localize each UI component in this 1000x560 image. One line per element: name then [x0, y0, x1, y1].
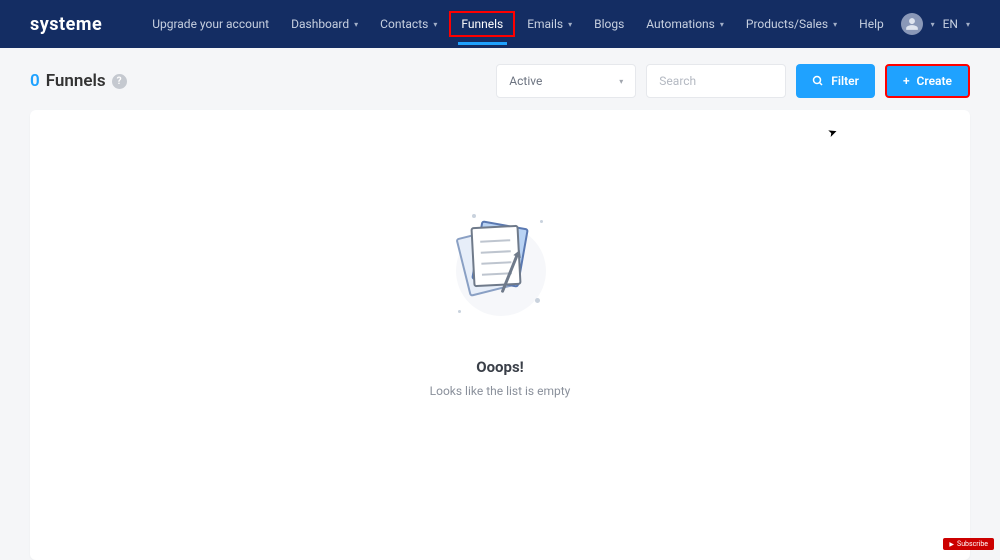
- chevron-down-icon: ▾: [433, 20, 437, 29]
- nav-contacts[interactable]: Contacts ▾: [370, 0, 447, 48]
- create-button[interactable]: + Create: [885, 64, 970, 98]
- toolbar: 0 Funnels ? Active ▾ Filter + Create: [0, 48, 1000, 110]
- language-label[interactable]: EN: [943, 17, 958, 31]
- nav-label: Dashboard: [291, 17, 349, 31]
- nav-label: Contacts: [380, 17, 428, 31]
- nav-label: Help: [859, 17, 884, 31]
- chevron-down-icon: ▾: [833, 20, 837, 29]
- search-input[interactable]: [646, 64, 786, 98]
- nav-help[interactable]: Help: [849, 0, 894, 48]
- status-filter-value: Active: [509, 74, 542, 88]
- plus-icon: +: [903, 74, 910, 88]
- youtube-badge[interactable]: Subscribe: [943, 538, 994, 550]
- filter-button[interactable]: Filter: [796, 64, 875, 98]
- filter-button-label: Filter: [831, 74, 859, 88]
- nav-label: Blogs: [594, 17, 624, 31]
- avatar[interactable]: [901, 13, 923, 35]
- chevron-down-icon: ▾: [720, 20, 724, 29]
- nav-upgrade[interactable]: Upgrade your account: [142, 0, 279, 48]
- empty-title: Ooops!: [476, 358, 523, 376]
- brand-logo[interactable]: systeme: [30, 14, 102, 35]
- nav-label: Automations: [646, 17, 715, 31]
- nav-products[interactable]: Products/Sales ▾: [736, 0, 847, 48]
- chevron-down-icon: ▾: [354, 20, 358, 29]
- nav-label: Funnels: [461, 17, 503, 31]
- user-icon: [905, 17, 919, 31]
- nav-right: ▾ EN ▾: [901, 13, 970, 35]
- nav-label: Products/Sales: [746, 17, 828, 31]
- status-filter-select[interactable]: Active ▾: [496, 64, 636, 98]
- nav-label: Upgrade your account: [152, 17, 269, 31]
- content-card: Ooops! Looks like the list is empty: [30, 110, 970, 560]
- chevron-down-icon: ▾: [619, 77, 623, 86]
- nav-automations[interactable]: Automations ▾: [636, 0, 734, 48]
- nav-blogs[interactable]: Blogs: [584, 0, 634, 48]
- search-icon: [812, 75, 824, 87]
- create-button-label: Create: [917, 74, 952, 88]
- help-icon[interactable]: ?: [112, 74, 127, 89]
- nav-label: Emails: [527, 17, 563, 31]
- page-title-text: Funnels: [46, 71, 106, 91]
- empty-subtitle: Looks like the list is empty: [430, 384, 571, 398]
- youtube-label: Subscribe: [957, 540, 988, 548]
- chevron-down-icon: ▾: [966, 20, 970, 29]
- funnel-count: 0: [30, 71, 40, 91]
- nav-funnels[interactable]: Funnels: [449, 11, 515, 37]
- nav-items: Upgrade your account Dashboard ▾ Contact…: [142, 0, 894, 48]
- nav-dashboard[interactable]: Dashboard ▾: [281, 0, 368, 48]
- chevron-down-icon: ▾: [931, 20, 935, 29]
- nav-emails[interactable]: Emails ▾: [517, 0, 582, 48]
- chevron-down-icon: ▾: [568, 20, 572, 29]
- page-title: 0 Funnels ?: [30, 71, 127, 91]
- empty-illustration: [440, 200, 560, 340]
- top-nav: systeme Upgrade your account Dashboard ▾…: [0, 0, 1000, 48]
